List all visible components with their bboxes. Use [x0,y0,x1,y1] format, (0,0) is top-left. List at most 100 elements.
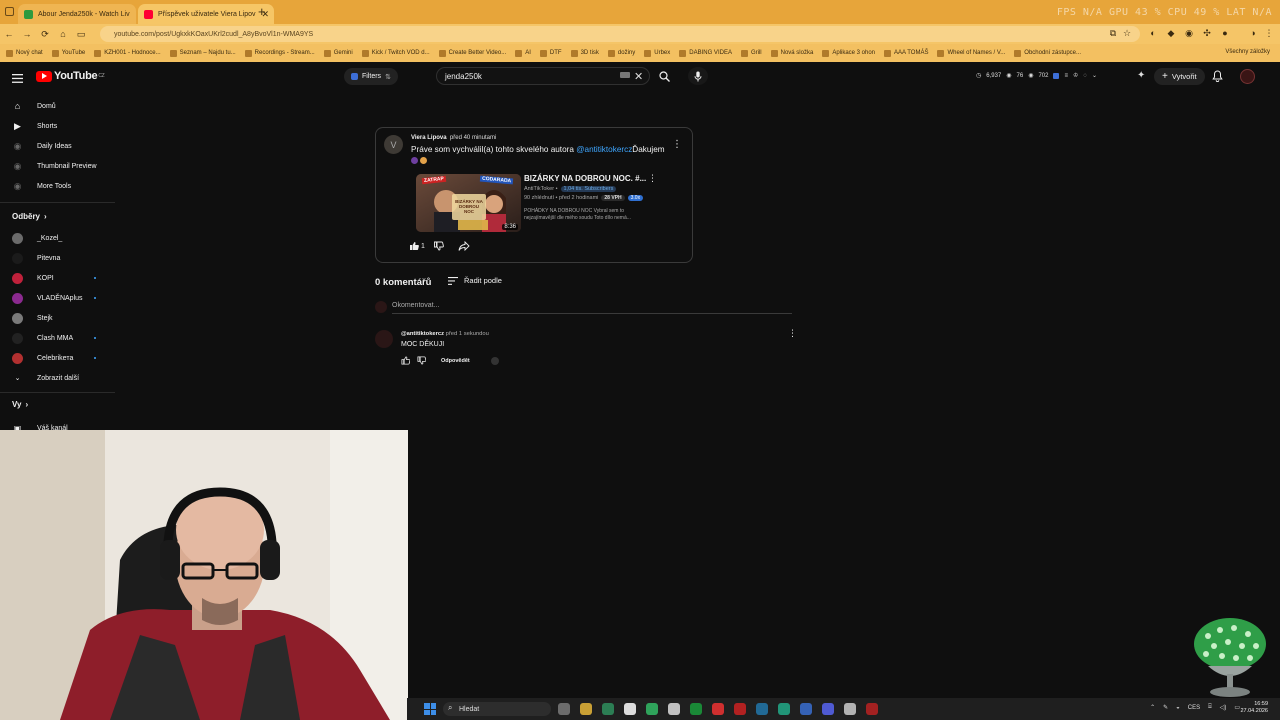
sidebar-item-daily-ideas[interactable]: ◉ Daily Ideas [0,136,115,156]
bookmark-item[interactable]: KZH001 - Hodnoce... [94,49,161,57]
taskbar-clock[interactable]: 16:59 27.04.2026 [1240,701,1268,715]
sidebar-item-domů[interactable]: ⌂ Domů [0,96,115,116]
extension-icon[interactable]: ◐ [1144,28,1162,38]
extension-star-icon[interactable]: ✦ [1137,70,1145,81]
creator-heart-icon[interactable] [490,356,499,365]
url-field[interactable]: youtube.com/post/UgkxkKOaxUKrl2cudl_A8yB… [100,26,1140,42]
file-explorer-icon[interactable] [580,703,592,715]
account-avatar[interactable] [1240,69,1255,84]
sidebar-subscription[interactable]: Stejk [0,308,115,328]
dropdown-icon[interactable]: ⌄ [1092,72,1097,79]
video-title[interactable]: BIZÁRKY NA DOBROU NOC. #... [524,174,646,183]
edge-icon[interactable] [778,703,790,715]
post-author-name[interactable]: Viera Lipova [411,135,447,141]
comment-menu-icon[interactable]: ⋮ [788,328,797,339]
post-menu-icon[interactable]: ⋮ [672,139,682,150]
xbox-icon[interactable] [602,703,614,715]
sidebar-subscription[interactable]: KOPI [0,268,115,288]
share-icon[interactable] [458,241,470,251]
browser-tab-livestream[interactable]: Abour Jenda250k - Watch Liv ✕ [18,4,136,24]
trophy-icon[interactable]: ♔ [1073,72,1078,79]
all-bookmarks[interactable]: Všechny záložky [1225,49,1270,55]
record-icon[interactable] [712,703,724,715]
voice-search-button[interactable] [688,67,708,85]
browser-menu-icon[interactable]: ⋮ [1260,28,1278,39]
home-icon[interactable]: ⌂ [54,29,72,39]
reload-icon[interactable]: ⟳ [36,29,54,40]
sidebar-subscription[interactable]: Celebrikета [0,348,115,368]
hamburger-menu-icon[interactable] [12,70,24,88]
bookmark-item[interactable]: Kick / Twitch VOD d... [361,49,430,57]
sidebar-item-thumbnail-preview[interactable]: ◉ Thumbnail Preview [0,156,115,176]
language-indicator[interactable]: CES [1188,705,1200,711]
network-icon[interactable]: ⌸ [1208,704,1212,711]
profile-icon[interactable]: ● [1216,28,1234,38]
bookmark-item[interactable]: Create Better Video... [438,49,506,57]
reply-button[interactable]: Odpovědět [441,358,470,364]
bookmark-item[interactable]: Nový chat [6,49,43,57]
taskbar-search[interactable]: ⌕ Hledat [443,702,551,716]
bookmark-item[interactable]: Grill [740,49,762,57]
bookmark-item[interactable]: Recordings - Stream... [244,49,315,57]
tray-app-icon[interactable]: ✎ [1163,704,1168,711]
clear-search-icon[interactable]: ✕ [634,70,643,83]
bookmark-item[interactable]: Nová složka [770,49,813,57]
show-more-subscriptions[interactable]: ⌄ Zobrazit další [0,368,115,388]
bookmark-star-icon[interactable]: ☆ [1118,28,1136,39]
bookmark-item[interactable]: Gemini [323,49,353,57]
extension-icon[interactable]: ◉ [1180,28,1198,39]
sidebar-subscription[interactable]: Pitevna [0,248,115,268]
bookmark-item[interactable]: AAA TOMÁŠ [884,49,928,57]
chrome-profile-icon[interactable] [734,703,746,715]
sidebar-subscription[interactable]: Clash MMA [0,328,115,348]
bookmark-item[interactable]: Aplikace 3 ohon [822,49,875,57]
comment-author[interactable]: @antitiktokercz [401,331,444,337]
subscriptions-heading[interactable]: Odběry › [12,212,47,221]
tab-actions-icon[interactable] [5,7,14,16]
add-comment-input[interactable]: Okomentovat... [392,302,439,309]
filters-button[interactable]: Filters ⇅ [344,68,398,85]
opera-icon[interactable] [800,703,812,715]
bookmark-item[interactable]: YouTube [51,49,85,57]
tray-app-icon[interactable]: ◒ [1176,705,1180,711]
xbox-app-icon[interactable] [668,703,680,715]
bookmark-item[interactable]: DTF [539,49,562,57]
start-menu-icon[interactable] [424,703,436,715]
back-icon[interactable]: ← [0,29,18,39]
comment-author-avatar[interactable] [375,330,393,348]
thumbs-up-icon[interactable] [401,356,410,365]
browser-tab-post[interactable]: Příspěvek uživatele Viera Lipov ✕ [138,4,274,24]
extension-icon[interactable]: ◆ [1162,28,1180,39]
video-thumbnail[interactable]: ZATRAP CODARADA BIZÁRKY NA DOBROU NOC 8:… [416,174,521,232]
close-tab-icon[interactable]: ✕ [130,9,137,20]
post-mention-link[interactable]: @antitiktokercz [576,145,632,154]
app-icon[interactable] [866,703,878,715]
bookmark-item[interactable]: Urbex [644,49,670,57]
search-button[interactable] [654,67,674,85]
new-tab-icon[interactable]: + [258,4,266,19]
tiktok-icon[interactable] [624,703,636,715]
bookmark-item[interactable]: 3D tisk [570,49,599,57]
bookmark-item[interactable]: Seznam – Najdu tu... [169,49,236,57]
bookmark-item[interactable]: Obchodní zástupce... [1014,49,1081,57]
video-menu-icon[interactable]: ⋮ [648,173,657,184]
sort-comments-button[interactable]: Řadit podle [448,276,502,285]
app-icon[interactable] [844,703,856,715]
you-section-heading[interactable]: Vy › [12,400,28,409]
tray-chevron-icon[interactable]: ⌃ [1150,704,1155,711]
steam-icon[interactable] [756,703,768,715]
split-view-icon[interactable]: ▭ [72,29,90,40]
battery-icon[interactable]: ▭ [1234,704,1240,711]
sidebar-subscription[interactable]: _Kozel_ [0,228,115,248]
sidebar-item-more-tools[interactable]: ◉ More Tools [0,176,115,196]
like-button[interactable]: 1 [409,241,425,251]
bookmark-item[interactable]: Wheel of Names / V... [937,49,1005,57]
post-author-avatar[interactable]: V [384,135,403,154]
list-icon[interactable]: ≡ [1064,73,1068,79]
youtube-logo[interactable]: YouTube CZ [36,70,105,82]
bookmark-item[interactable]: DABING VIDEA [679,49,732,57]
discord-icon[interactable] [822,703,834,715]
forward-icon[interactable]: → [18,29,36,39]
sidebar-subscription[interactable]: VLADĚNAplus [0,288,115,308]
create-button[interactable]: + Vytvořit [1154,68,1205,85]
